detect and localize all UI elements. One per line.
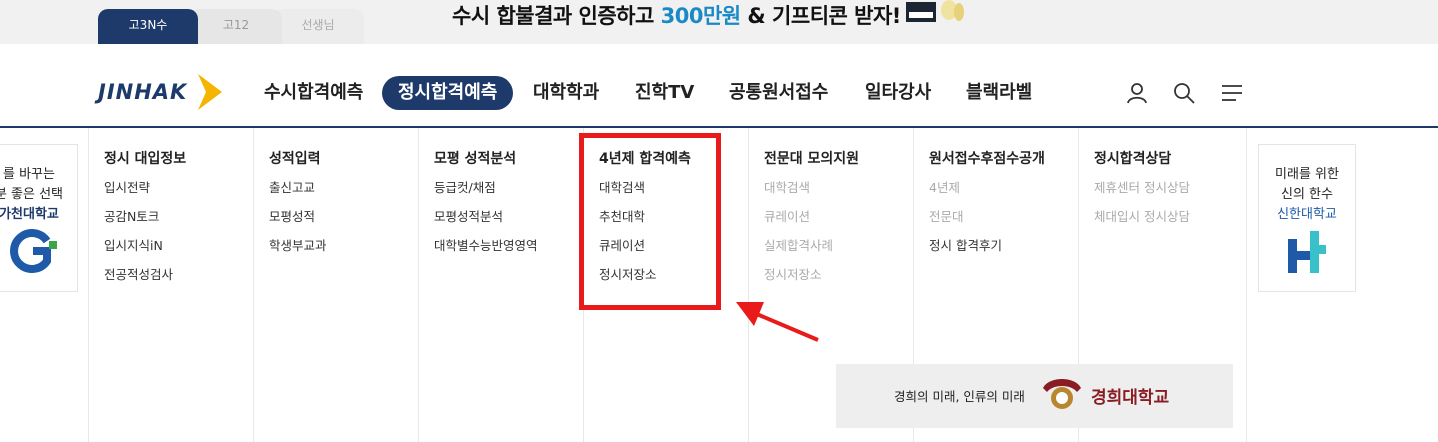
column-title[interactable]: 정시 대입정보 [104, 148, 186, 170]
user-icon[interactable] [1125, 81, 1149, 105]
menu-link[interactable]: 정시저장소 [764, 264, 859, 286]
gnb-susi[interactable]: 수시합격예측 [264, 76, 363, 110]
ad-university-name: 경희대학교 [1091, 388, 1170, 408]
ad-line-3: 가천대학교 [0, 207, 59, 222]
gnb-common-application[interactable]: 공통원서접수 [729, 76, 828, 110]
menu-column-score-reveal: 원서접수후점수공개 4년제 전문대 정시 합격후기 [929, 148, 1045, 257]
menu-column-jeongsi-info: 정시 대입정보 입시전략 공감N토크 입시지식iN 전공적성검사 [104, 148, 186, 286]
ad-line-1: 를 바꾸는 [3, 167, 55, 182]
menu-link[interactable]: 입시지식iN [104, 235, 186, 257]
menu-column-score-input: 성적입력 출신고교 모평성적 학생부교과 [269, 148, 327, 257]
menu-link[interactable]: 학생부교과 [269, 235, 327, 257]
column-title[interactable]: 전문대 모의지원 [764, 148, 859, 170]
menu-link[interactable]: 등급컷/채점 [434, 177, 538, 199]
menu-column-college-mock: 전문대 모의지원 대학검색 큐레이션 실제합격사례 정시저장소 [764, 148, 859, 286]
column-title[interactable]: 모평 성적분석 [434, 148, 538, 170]
shinhan-logo-icon [1288, 231, 1326, 273]
nav-divider [0, 126, 1438, 128]
column-divider [1246, 128, 1247, 442]
gachon-logo-icon [10, 229, 57, 273]
gachon-university-ad[interactable]: 를 바꾸는 분 좋은 선택 가천대학교 [0, 144, 78, 292]
menu-link[interactable]: 정시 합격후기 [929, 235, 1045, 257]
jinhak-logo[interactable]: JINHAK [98, 74, 228, 114]
gnb-black-label[interactable]: 블랙라벨 [966, 76, 1032, 110]
menu-column-mock-analysis: 모평 성적분석 등급컷/채점 모평성적분석 대학별수능반영영역 [434, 148, 538, 257]
ad-line-3: 신한대학교 [1277, 207, 1337, 222]
menu-link[interactable]: 체대입시 정시상담 [1094, 206, 1190, 228]
column-title[interactable]: 성적입력 [269, 148, 327, 170]
shinhan-university-ad[interactable]: 미래를 위한 신의 한수 신한대학교 [1258, 144, 1356, 292]
menu-link[interactable]: 모평성적분석 [434, 206, 538, 228]
column-title[interactable]: 원서접수후점수공개 [929, 148, 1045, 170]
menu-link[interactable]: 대학검색 [764, 177, 859, 199]
menu-column-consulting: 정시합격상담 제휴센터 정시상담 체대입시 정시상담 [1094, 148, 1190, 228]
menu-link[interactable]: 대학별수능반영영역 [434, 235, 538, 257]
menu-link[interactable]: 4년제 [929, 177, 1045, 199]
ad-line-2: 분 좋은 선택 [0, 187, 64, 202]
menu-link[interactable]: 제휴센터 정시상담 [1094, 177, 1190, 199]
column-title[interactable]: 정시합격상담 [1094, 148, 1190, 170]
menu-link[interactable]: 실제합격사례 [764, 235, 859, 257]
kyunghee-university-ad[interactable]: 경희의 미래, 인류의 미래 경희대학교 [836, 364, 1233, 428]
menu-icon[interactable] [1220, 81, 1244, 105]
user-tab-teacher[interactable]: 선생님 [272, 9, 364, 44]
gnb-jeongsi[interactable]: 정시합격예측 [382, 76, 514, 110]
banner-highlight: 300만원 [660, 4, 741, 28]
menu-link[interactable]: 전공적성검사 [104, 264, 186, 286]
menu-link[interactable]: 모평성적 [269, 206, 327, 228]
kyunghee-emblem-icon [1043, 379, 1081, 409]
column-divider [88, 128, 89, 442]
red-arrow-icon [736, 302, 819, 342]
logo-arrow-icon [198, 74, 222, 110]
search-icon[interactable] [1172, 81, 1196, 105]
ad-slogan: 경희의 미래, 인류의 미래 [894, 389, 1025, 404]
promo-banner[interactable]: 수시 합불결과 인증하고 300만원 & 기프티콘 받자! [452, 0, 901, 34]
column-divider [253, 128, 254, 442]
user-tab-senior[interactable]: 고3N수 [98, 9, 198, 44]
user-tab-grade12[interactable]: 고12 [190, 9, 282, 44]
menu-link[interactable]: 전문대 [929, 206, 1045, 228]
ad-line-2: 신의 한수 [1281, 187, 1333, 202]
column-divider [418, 128, 419, 442]
column-divider [748, 128, 749, 442]
banner-text-before: 수시 합불결과 인증하고 [452, 4, 661, 28]
banner-gift-image [906, 0, 964, 22]
highlight-box [579, 133, 721, 310]
menu-link[interactable]: 입시전략 [104, 177, 186, 199]
menu-link[interactable]: 출신고교 [269, 177, 327, 199]
gnb-ilta-teacher[interactable]: 일타강사 [865, 76, 931, 110]
top-utility-bar: 선생님 고12 고3N수 수시 합불결과 인증하고 300만원 & 기프티콘 받… [0, 0, 1438, 44]
ad-line-1: 미래를 위한 [1275, 167, 1339, 182]
gnb-university-major[interactable]: 대학학과 [533, 76, 599, 110]
menu-link[interactable]: 공감N토크 [104, 206, 186, 228]
menu-link[interactable]: 큐레이션 [764, 206, 859, 228]
banner-text-after: & 기프티콘 받자! [740, 4, 901, 28]
gnb-jinhak-tv[interactable]: 진학TV [635, 76, 694, 110]
